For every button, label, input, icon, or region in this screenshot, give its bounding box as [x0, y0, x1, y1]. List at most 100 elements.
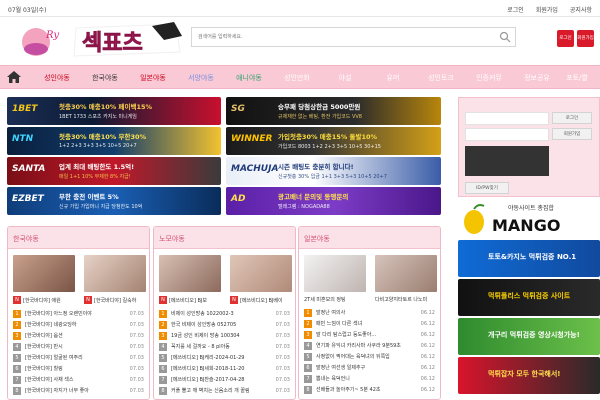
list-item[interactable]: 5 사정없이 찍어대는 육덕녀의 뒤쪽입 06.12 [304, 351, 435, 362]
thumb-label[interactable]: [메쓰비디오] BJ베이 [240, 297, 283, 304]
list-item[interactable]: 3 [한국바디야] 옵션 07.03 [13, 330, 144, 341]
list-item[interactable]: 4 [한국바디야] 반시 07.03 [13, 341, 144, 352]
list-item-title[interactable]: [한국바디야] 아느정 오렌민이야 [25, 310, 128, 317]
header-login-button[interactable]: 로그인 [557, 30, 574, 47]
list-item[interactable]: 7 뽐내는 육덕언니 06.12 [304, 373, 435, 384]
side-banner-1[interactable]: 토토&카지노 먹튀검증 NO.1 [458, 240, 600, 277]
column-nomo-title[interactable]: 노모야동 [154, 227, 295, 249]
list-item[interactable]: 6 [한국바디야] 힐링 07.03 [13, 363, 144, 374]
thumb-label[interactable]: [메쓰비디오] BJ보 [169, 297, 207, 304]
thumb-label[interactable]: [한국바디야] 애원 [23, 297, 61, 304]
list-item[interactable]: 7 [한국바디야] 사채 섹스 07.03 [13, 374, 144, 385]
thumb-image[interactable] [13, 255, 75, 292]
home-icon[interactable] [7, 71, 21, 83]
list-item-title[interactable]: [한국바디야] 힐링 [25, 365, 128, 372]
thumb-image[interactable] [84, 255, 146, 292]
list-item-title[interactable]: 발정난 여의사 [316, 309, 419, 316]
list-item-title[interactable]: [한국바디야] 자지가 너무 좋아 [25, 387, 128, 394]
list-item[interactable]: 1 [한국바디야] 아느정 오렌민이야 07.03 [13, 308, 144, 319]
ad-banner-2[interactable]: SG 승무패 당첨상한금 5000만원 규제재한 없는 베팅, 환전 가입코드 … [226, 97, 441, 125]
list-item-title[interactable]: 말 다리 탐스럽고 등도좋아... [316, 331, 419, 338]
list-item-title[interactable]: 발정난 여선생 일제추구 [316, 364, 419, 371]
list-item[interactable]: 2 [한국바디야] 네광오딩하 07.03 [13, 319, 144, 330]
nav-item-5[interactable]: 애니야동 [236, 73, 262, 83]
list-item-title[interactable]: [한국바디야] 얼굴된 여주리 [25, 354, 128, 361]
list-item-title[interactable]: 선배들과 놀아주기~ 5분 42초 [316, 386, 419, 393]
thumb-card[interactable]: 2T세 미혼모의 정팅 [304, 255, 366, 303]
ad-banner-1[interactable]: 1BET 첫충30% 매충10% 페이백15% 1BET 1733 스포츠 카지… [7, 97, 221, 125]
search-input[interactable] [192, 28, 482, 46]
nav-item-8[interactable]: 유머 [387, 73, 400, 83]
list-item[interactable]: 1 비제이 성인방송 1022002-3 07.03 [159, 308, 290, 319]
thumb-label[interactable]: [한국바디야] 길숙하 [94, 297, 136, 304]
join-button[interactable]: 회원가입 [552, 128, 592, 140]
nav-item-1[interactable]: 성인야동 [44, 73, 70, 83]
list-item-title[interactable]: 커플 뿔고 깨 벽치는 신음소리 개 꼴림 [171, 387, 274, 394]
nav-item-9[interactable]: 성인토크 [428, 73, 454, 83]
nav-item-3[interactable]: 일본야동 [140, 73, 166, 83]
nav-item-7[interactable]: 야설 [339, 73, 352, 83]
thumb-card[interactable]: N [메쓰비디오] BJ베이 [230, 255, 292, 304]
username-field[interactable] [465, 112, 549, 125]
list-item-title[interactable]: 한국 비제이 성인방송 052705 [171, 321, 274, 328]
site-logo[interactable]: Ry 섹표츠 [14, 22, 184, 60]
ad-banner-7[interactable]: EZBET 무한 충전 이벤트 5% 신규 가입 가입머니 지급 당첨한도 10… [7, 187, 221, 215]
list-item[interactable]: 2 패빈 느낌이 다른 섹녀 06.12 [304, 318, 435, 329]
thumb-card[interactable]: N [메쓰비디오] BJ보 [159, 255, 221, 304]
thumb-label[interactable]: 2T세 미혼모의 정팅 [304, 296, 346, 303]
top-join-link[interactable]: 회원가입 [536, 5, 558, 14]
list-item-title[interactable]: [한국바디야] 옵션 [25, 332, 128, 339]
list-item[interactable]: 3 19금 성인 비제이 방송 100304 07.03 [159, 330, 290, 341]
list-item[interactable]: 5 [메쓰비디오] BJ케리-2024-01-29 07.03 [159, 352, 290, 363]
header-join-button[interactable]: 회원가입 [577, 30, 594, 47]
thumb-card[interactable]: N [한국바디야] 길숙하 [84, 255, 146, 304]
column-korean-title[interactable]: 한국야동 [8, 227, 149, 249]
ad-banner-6[interactable]: MACHUJA 시즌 배팅도 충분히 합니다! 신규첫충 30% 입금 1+1 … [226, 157, 441, 185]
list-item-title[interactable]: 비제이 성인방송 1022002-3 [171, 310, 274, 317]
nav-item-2[interactable]: 한국야동 [92, 73, 118, 83]
list-item[interactable]: 3 말 다리 탐스럽고 등도좋아... 06.12 [304, 329, 435, 340]
list-item-title[interactable]: 19금 성인 비제이 방송 100304 [171, 332, 274, 339]
thumb-image[interactable] [230, 255, 292, 292]
password-field[interactable] [465, 128, 549, 141]
nav-item-4[interactable]: 서양야동 [188, 73, 214, 83]
nav-item-10[interactable]: 인증커뮤 [476, 73, 502, 83]
column-japanese-title[interactable]: 일본야동 [299, 227, 440, 249]
list-item[interactable]: 6 [메쓰비디오] BJ세희-2018-11-20 07.03 [159, 363, 290, 374]
top-notice-link[interactable]: 공지사항 [570, 5, 592, 14]
list-item[interactable]: 2 한국 비제이 성인방송 052705 07.03 [159, 319, 290, 330]
ad-banner-3[interactable]: NTN 첫충30% 매충10% 무한30% 1+2 2+3 3+3 3+5 10… [7, 127, 221, 155]
nav-item-6[interactable]: 성인만화 [284, 73, 310, 83]
nav-item-11[interactable]: 정보공유 [524, 73, 550, 83]
side-banner-4[interactable]: 먹튀잡자 모두 한국해서! [458, 357, 600, 394]
side-banner-2[interactable]: 먹튀폴리스 먹튀검증 사이트 [458, 279, 600, 316]
ad-banner-8[interactable]: AD 광고배너 문의및 동맹문의 텔레그램 : NOGADA88 [226, 187, 441, 215]
ad-banner-4[interactable]: WINNER 가입첫충30% 매충15% 돌발10% 가입코드 8003 1+2… [226, 127, 441, 155]
list-item-title[interactable]: [메쓰비디오] BJ케리-2024-01-29 [171, 354, 274, 361]
list-item[interactable]: 6 발정난 여선생 일제추구 06.12 [304, 362, 435, 373]
top-login-link[interactable]: 로그인 [507, 5, 524, 14]
search-icon[interactable] [499, 31, 511, 43]
list-item[interactable]: 8 선배들과 놀아주기~ 5분 42초 06.12 [304, 384, 435, 395]
thumb-image[interactable] [159, 255, 221, 292]
list-item-title[interactable]: 뽐내는 육덕언니 [316, 375, 419, 382]
list-item[interactable]: 1 발정난 여의사 06.12 [304, 307, 435, 318]
thumb-card[interactable]: 다비고양지타토르 나노미 [375, 255, 437, 303]
thumb-card[interactable]: N [한국바디야] 애원 [13, 255, 75, 304]
list-item[interactable]: 8 [한국바디야] 자지가 너무 좋아 07.03 [13, 385, 144, 396]
nav-item-12[interactable]: 포토/짤 [566, 73, 588, 83]
list-item-title[interactable]: [한국바디야] 네광오딩하 [25, 321, 128, 328]
list-item-title[interactable]: 패빈 느낌이 다른 섹녀 [316, 320, 419, 327]
list-item-title[interactable]: 사정없이 찍어대는 육덕녀의 뒤쪽입 [316, 353, 419, 360]
list-item[interactable]: 7 [메쓰비디오] BJ찬슬-2017-04-28 07.03 [159, 374, 290, 385]
list-item-title[interactable]: 꼭지를 세 걸까요 - 8 pl아동 [171, 343, 274, 350]
thumb-image[interactable] [375, 255, 437, 292]
list-item-title[interactable]: [한국바디야] 사채 섹스 [25, 376, 128, 383]
thumb-label[interactable]: 다비고양지타토르 나노미 [375, 296, 427, 303]
list-item-title[interactable]: [메쓰비디오] BJ세희-2018-11-20 [171, 365, 274, 372]
list-item[interactable]: 4 꼭지를 세 걸까요 - 8 pl아동 07.03 [159, 341, 290, 352]
list-item[interactable]: 4 연기파 유익녀 카리사마 사쿠라 9분59초 06.12 [304, 340, 435, 351]
ad-banner-5[interactable]: SANTA 업계 최대 배팅한도 1.5억! 매일 1+1 10% 무제한 8%… [7, 157, 221, 185]
find-account-button[interactable]: ID/PW찾기 [465, 182, 509, 194]
list-item[interactable]: 5 [한국바디야] 얼굴된 여주리 07.03 [13, 352, 144, 363]
